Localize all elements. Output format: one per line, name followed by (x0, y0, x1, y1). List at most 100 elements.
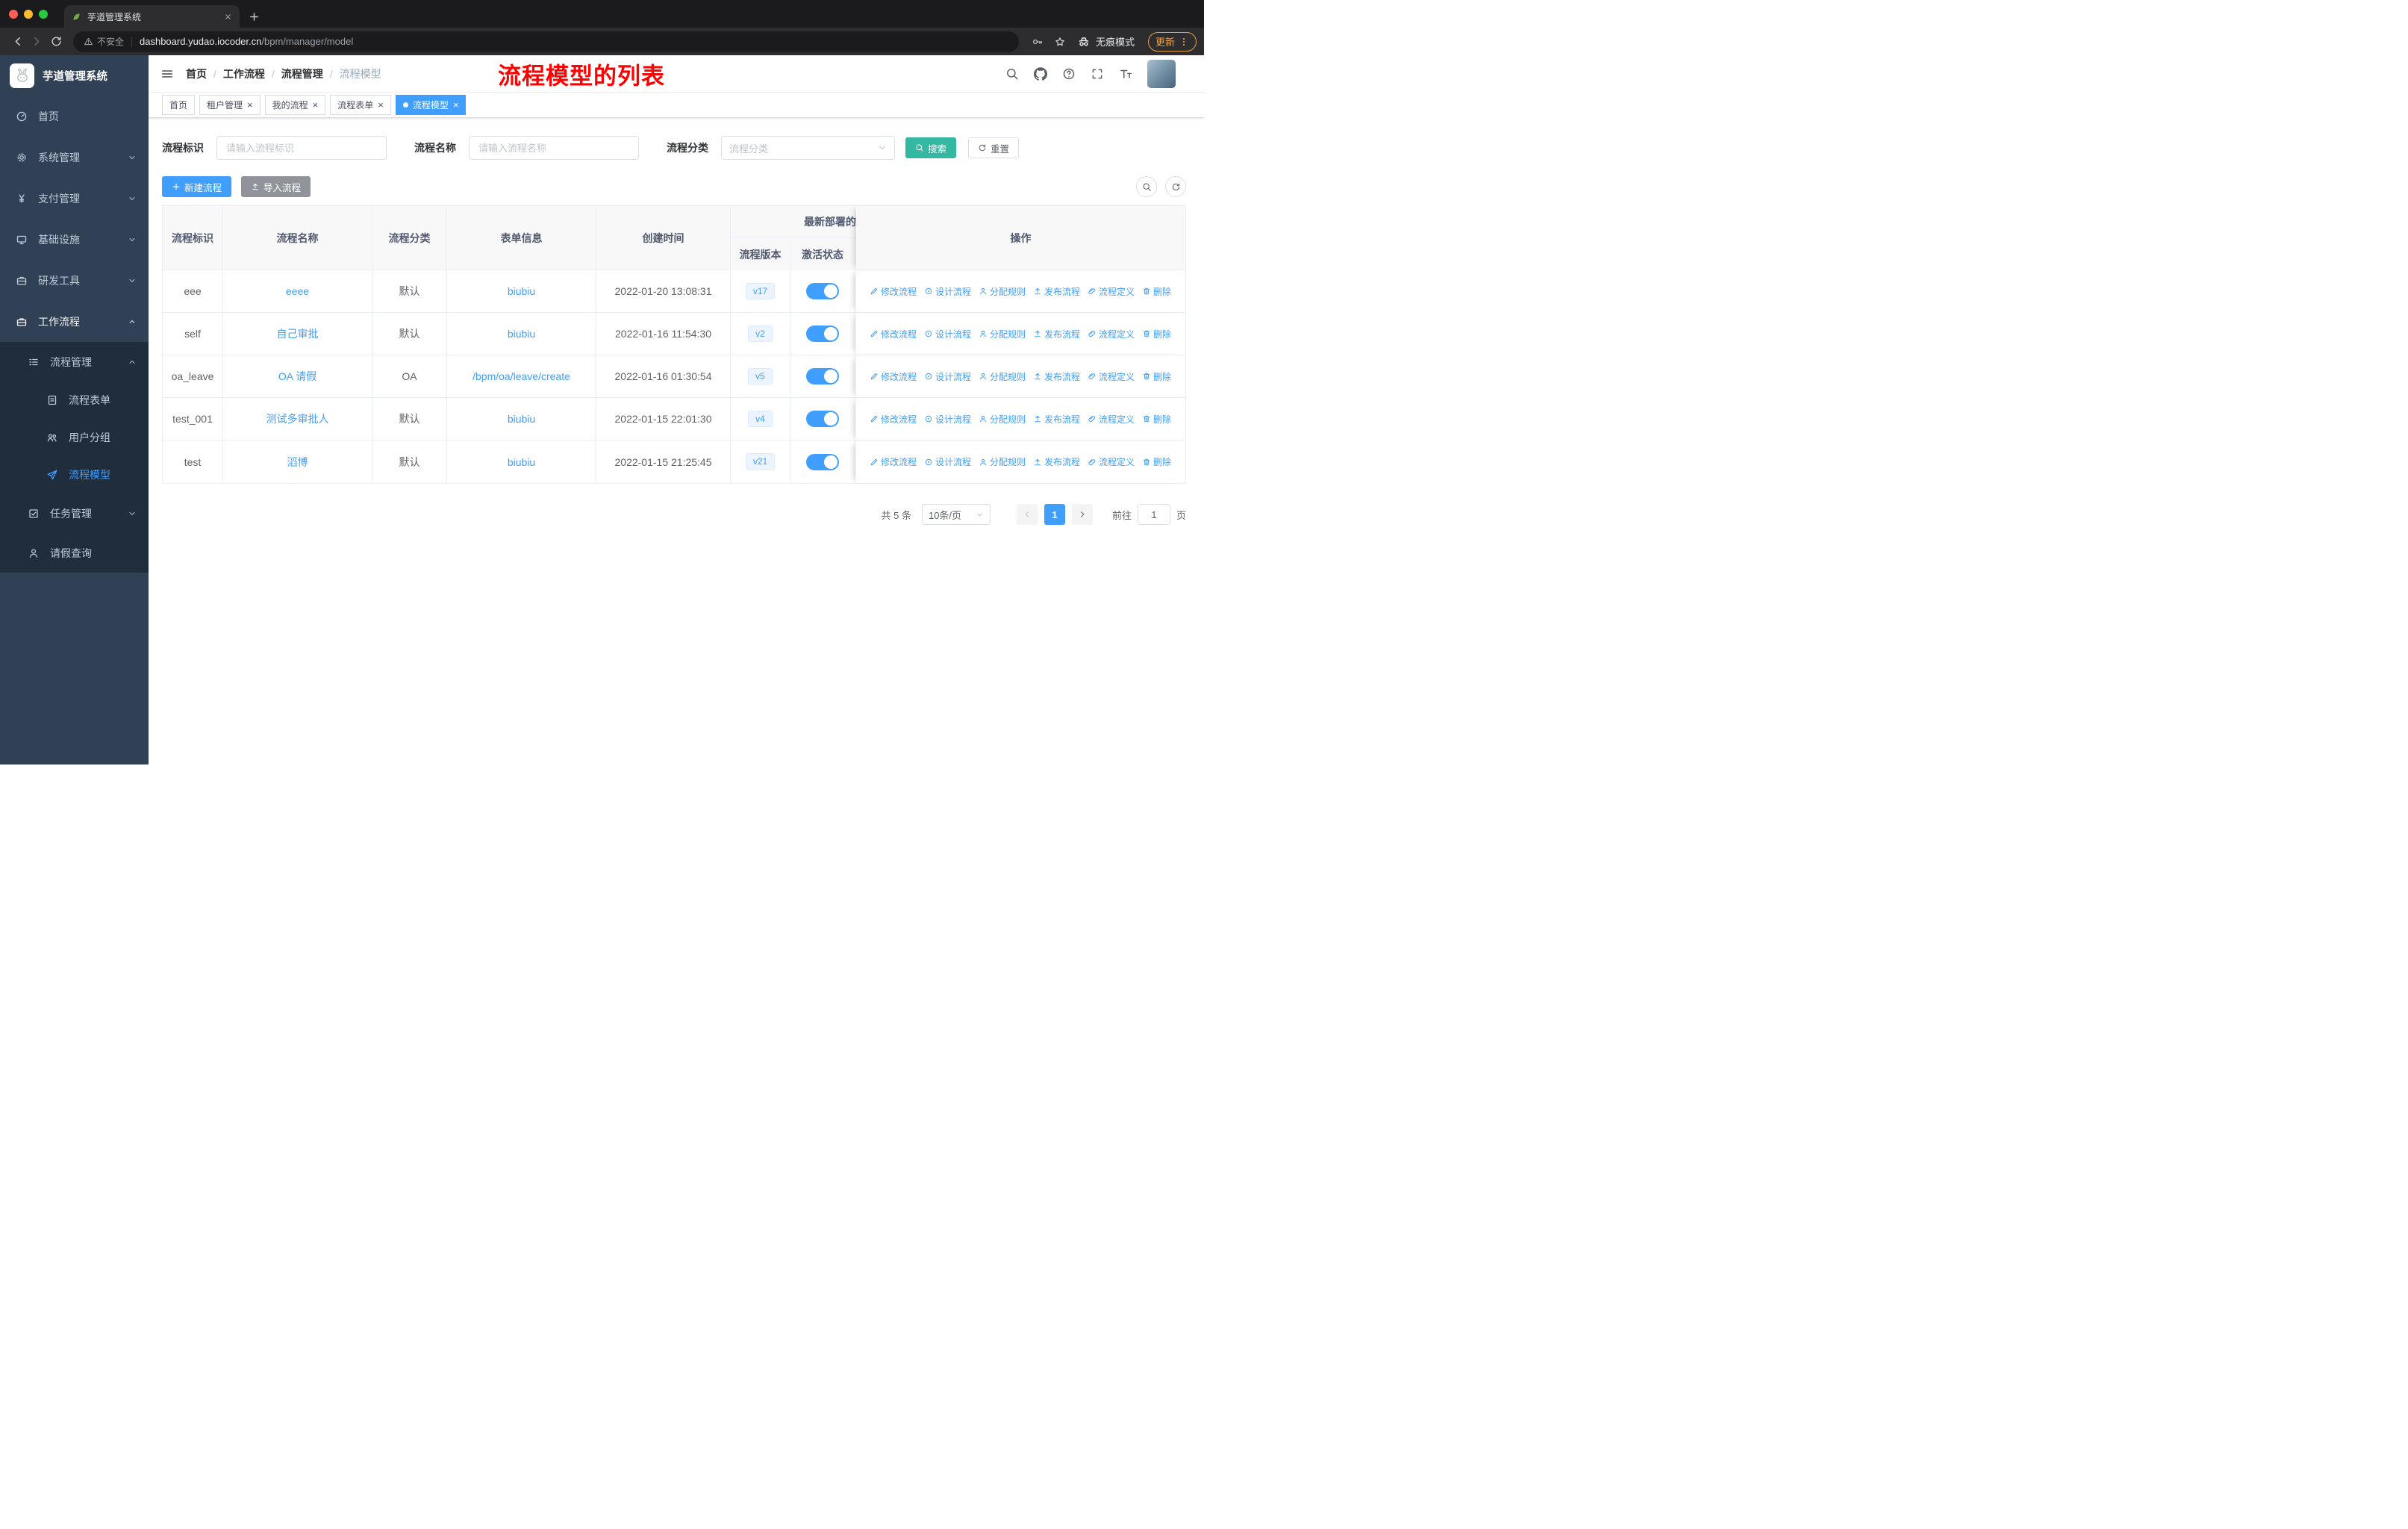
breadcrumb-workflow[interactable]: 工作流程 (223, 66, 265, 81)
sidebar-item-user-group[interactable]: 用户分组 (0, 419, 149, 456)
minimize-window-button[interactable] (24, 10, 33, 19)
process-name-link[interactable]: 滔博 (287, 455, 308, 470)
sidebar-item-process-management[interactable]: 流程管理 (0, 342, 149, 382)
active-toggle[interactable] (806, 368, 839, 384)
form-info-link[interactable]: /bpm/oa/leave/create (472, 370, 570, 382)
site-security[interactable]: 不安全 (84, 35, 124, 48)
user-avatar[interactable] (1147, 59, 1176, 88)
sidebar-item-infrastructure[interactable]: 基础设施 (0, 219, 149, 260)
sidebar-item-home[interactable]: 首页 (0, 96, 149, 137)
sidebar-toggle-icon[interactable] (160, 67, 174, 81)
action-delete[interactable]: 删除 (1142, 370, 1171, 383)
refresh-table-button[interactable] (1165, 176, 1186, 197)
action-design-process[interactable]: 设计流程 (924, 328, 971, 340)
form-info-link[interactable]: biubiu (508, 413, 535, 425)
action-publish-process[interactable]: 发布流程 (1033, 328, 1080, 340)
help-icon[interactable] (1062, 67, 1076, 81)
menu-dots-icon[interactable] (1179, 37, 1189, 47)
action-publish-process[interactable]: 发布流程 (1033, 413, 1080, 426)
view-tag-home[interactable]: 首页 (162, 95, 196, 115)
action-assign-rule[interactable]: 分配规则 (979, 370, 1026, 383)
page-1-button[interactable]: 1 (1044, 504, 1065, 525)
action-assign-rule[interactable]: 分配规则 (979, 455, 1026, 468)
action-delete[interactable]: 删除 (1142, 285, 1171, 298)
active-toggle[interactable] (806, 453, 839, 470)
form-info-link[interactable]: biubiu (508, 328, 535, 340)
import-process-button[interactable]: 导入流程 (241, 176, 311, 197)
active-toggle[interactable] (806, 326, 839, 342)
forward-button[interactable] (27, 32, 46, 52)
action-process-definition[interactable]: 流程定义 (1088, 370, 1135, 383)
close-tag-icon[interactable]: × (247, 100, 253, 110)
search-button[interactable]: 搜索 (905, 137, 957, 158)
sidebar-item-process-model[interactable]: 流程模型 (0, 456, 149, 493)
view-tag-process-form[interactable]: 流程表单 × (330, 95, 391, 115)
action-publish-process[interactable]: 发布流程 (1033, 285, 1080, 298)
breadcrumb-process-management[interactable]: 流程管理 (281, 66, 323, 81)
sidebar-item-system-management[interactable]: 系统管理 (0, 137, 149, 178)
action-publish-process[interactable]: 发布流程 (1033, 455, 1080, 468)
sidebar-item-process-form[interactable]: 流程表单 (0, 382, 149, 419)
action-delete[interactable]: 删除 (1142, 413, 1171, 426)
page-size-select[interactable]: 10条/页 (921, 504, 991, 525)
process-name-link[interactable]: 测试多审批人 (266, 411, 329, 426)
sidebar-item-payment-management[interactable]: 支付管理 (0, 178, 149, 219)
action-process-definition[interactable]: 流程定义 (1088, 413, 1135, 426)
bookmark-star-icon[interactable] (1054, 36, 1066, 48)
action-process-definition[interactable]: 流程定义 (1088, 285, 1135, 298)
process-name-link[interactable]: OA 请假 (278, 369, 316, 384)
action-assign-rule[interactable]: 分配规则 (979, 285, 1026, 298)
action-modify-process[interactable]: 修改流程 (870, 413, 917, 426)
sidebar-item-workflow[interactable]: 工作流程 (0, 301, 149, 342)
new-tab-button[interactable] (249, 11, 260, 22)
close-tag-icon[interactable]: × (313, 100, 319, 110)
action-assign-rule[interactable]: 分配规则 (979, 413, 1026, 426)
prev-page-button[interactable] (1016, 504, 1038, 525)
action-assign-rule[interactable]: 分配规则 (979, 328, 1026, 340)
sidebar-item-leave-query[interactable]: 请假查询 (0, 533, 149, 573)
process-name-link[interactable]: eeee (286, 285, 309, 297)
goto-page-input[interactable] (1137, 504, 1170, 525)
breadcrumb-home[interactable]: 首页 (186, 66, 207, 81)
close-window-button[interactable] (9, 10, 18, 19)
action-design-process[interactable]: 设计流程 (924, 455, 971, 468)
filter-name-input[interactable] (469, 136, 639, 160)
reload-button[interactable] (46, 32, 66, 52)
browser-tab[interactable]: 芋道管理系统 (64, 5, 240, 28)
form-info-link[interactable]: biubiu (508, 456, 535, 468)
fullscreen-icon[interactable] (1091, 67, 1104, 81)
zoom-window-button[interactable] (39, 10, 48, 19)
font-size-icon[interactable] (1119, 67, 1132, 81)
active-toggle[interactable] (806, 283, 839, 299)
action-publish-process[interactable]: 发布流程 (1033, 370, 1080, 383)
password-key-icon[interactable] (1032, 36, 1044, 48)
action-design-process[interactable]: 设计流程 (924, 285, 971, 298)
sidebar-item-task-management[interactable]: 任务管理 (0, 493, 149, 533)
action-modify-process[interactable]: 修改流程 (870, 328, 917, 340)
action-process-definition[interactable]: 流程定义 (1088, 328, 1135, 340)
filter-key-input[interactable] (216, 136, 387, 160)
search-icon[interactable] (1005, 67, 1019, 81)
active-toggle[interactable] (806, 411, 839, 427)
back-button[interactable] (7, 32, 27, 52)
reset-button[interactable]: 重置 (968, 137, 1020, 158)
view-tag-tenant-management[interactable]: 租户管理 × (199, 95, 261, 115)
action-modify-process[interactable]: 修改流程 (870, 455, 917, 468)
sidebar-item-dev-tools[interactable]: 研发工具 (0, 260, 149, 301)
toggle-search-button[interactable] (1136, 176, 1157, 197)
action-delete[interactable]: 删除 (1142, 328, 1171, 340)
action-modify-process[interactable]: 修改流程 (870, 370, 917, 383)
process-name-link[interactable]: 自己审批 (277, 326, 319, 341)
address-bar[interactable]: 不安全 dashboard.yudao.iocoder.cn /bpm/mana… (73, 31, 1019, 52)
create-process-button[interactable]: 新建流程 (162, 176, 232, 197)
action-process-definition[interactable]: 流程定义 (1088, 455, 1135, 468)
filter-category-select[interactable]: 流程分类 (721, 136, 895, 160)
tab-close-icon[interactable] (224, 13, 232, 21)
view-tag-my-process[interactable]: 我的流程 × (264, 95, 326, 115)
next-page-button[interactable] (1071, 504, 1093, 525)
action-design-process[interactable]: 设计流程 (924, 370, 971, 383)
github-icon[interactable] (1034, 66, 1047, 81)
action-delete[interactable]: 删除 (1142, 455, 1171, 468)
action-modify-process[interactable]: 修改流程 (870, 285, 917, 298)
close-tag-icon[interactable]: × (453, 100, 459, 110)
